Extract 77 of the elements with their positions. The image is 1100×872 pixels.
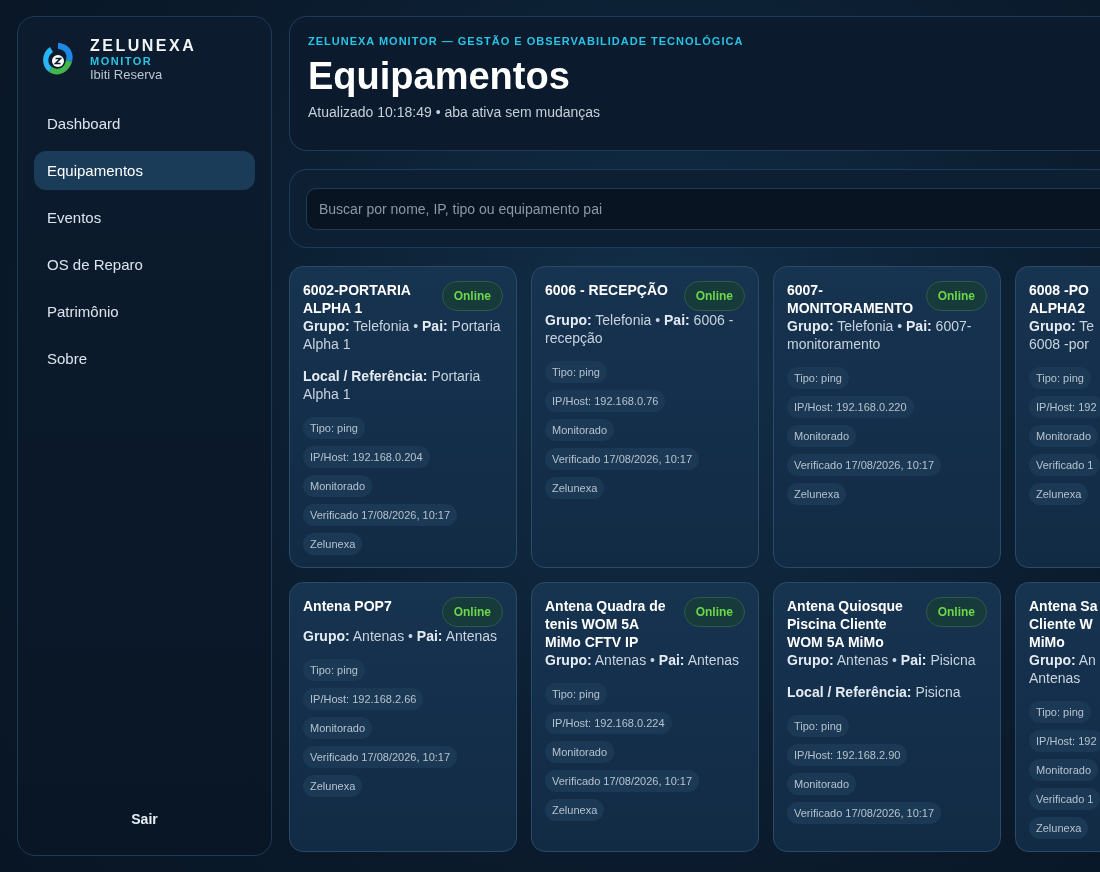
device-name: Antena Sa Cliente W MiMo (1029, 597, 1099, 651)
logout-button[interactable]: Sair (121, 807, 168, 831)
info-tag: Tipo: ping (545, 683, 607, 705)
device-name: Antena Quadra de tenis WOM 5A MiMo CFTV IP (545, 597, 667, 651)
info-tag: IP/Host: 192 (1029, 396, 1100, 418)
info-tag: Monitorado (545, 419, 615, 441)
info-tag: Tipo: ping (787, 367, 849, 389)
info-tag: IP/Host: 192.168.2.90 (787, 744, 908, 766)
status-badge: Online (441, 281, 503, 311)
status-badge: Online (683, 281, 745, 311)
info-tag: Zelunexa (303, 533, 363, 555)
info-tag: Tipo: ping (545, 361, 607, 383)
device-location: Local / Referência: Pisicna (787, 683, 962, 701)
info-tag: Verificado 17/08/2026, 10:17 (303, 504, 458, 526)
info-tag: Tipo: ping (787, 715, 849, 737)
device-name: Antena Quiosque Piscina Cliente WOM 5A MiMo (787, 597, 904, 651)
info-tag: Verificado 1 (1029, 454, 1100, 476)
device-name: 6006 - RECEPÇÃO (545, 281, 669, 299)
info-tag: Monitorado (1029, 425, 1099, 447)
info-tag: Monitorado (787, 425, 857, 447)
page-title: Equipamentos (308, 55, 571, 98)
info-tag: Monitorado (303, 717, 373, 739)
status-badge: Online (683, 597, 745, 627)
info-tag: Verificado 17/08/2026, 10:17 (545, 770, 700, 792)
info-tag: Monitorado (787, 773, 857, 795)
info-tag: Zelunexa (545, 477, 605, 499)
status-badge: Online (925, 597, 987, 627)
info-tag: IP/Host: 192.168.0.204 (303, 446, 430, 468)
nav-item[interactable]: Equipamentos (34, 151, 255, 190)
nav-item[interactable]: Sobre (34, 339, 255, 378)
info-tag: Tipo: ping (303, 659, 365, 681)
site-name: Ibiti Reserva (90, 67, 164, 82)
status-badge: Online (441, 597, 503, 627)
device-group-info: Grupo: Antenas • Pai: Antenas (545, 651, 740, 669)
info-tag: IP/Host: 192.168.0.220 (787, 396, 914, 418)
search-field[interactable]: Buscar por nome, IP, tipo ou equipamento pai (306, 188, 1100, 230)
nav-item[interactable]: Dashboard (34, 104, 255, 143)
status-badge: Online (925, 281, 987, 311)
info-tag: Verificado 17/08/2026, 10:17 (545, 448, 700, 470)
info-tag: Tipo: ping (1029, 701, 1091, 723)
device-name: 6008 -PO ALPHA2 (1029, 281, 1090, 317)
info-tag: Zelunexa (303, 775, 363, 797)
device-location: Local / Referência: Portaria Alpha 1 (303, 367, 482, 403)
info-tag: Monitorado (1029, 759, 1099, 781)
device-group-info: Grupo: Telefonia • Pai: Portaria Alpha 1 (303, 317, 502, 353)
info-tag: Tipo: ping (303, 417, 365, 439)
device-group-info: Grupo: An Antenas (1029, 651, 1097, 687)
info-tag: IP/Host: 192.168.2.66 (303, 688, 424, 710)
device-name: 6007-MONITORAMENTO (787, 281, 915, 317)
info-tag: IP/Host: 192 (1029, 730, 1100, 752)
app-tagline: ZELUNEXA MONITOR — GESTÃO E OBSERVABILIDADE TECNOLÓGICA (308, 35, 745, 47)
info-tag: Verificado 17/08/2026, 10:17 (787, 802, 942, 824)
product-name: MONITOR (90, 55, 154, 67)
info-tag: Zelunexa (1029, 817, 1089, 839)
device-group-info: Grupo: Te 6008 -por (1029, 317, 1096, 353)
info-tag: Tipo: ping (1029, 367, 1091, 389)
device-group-info: Grupo: Antenas • Pai: Antenas (303, 627, 498, 645)
device-name: 6002-PORTARIA ALPHA 1 (303, 281, 412, 317)
info-tag: Monitorado (303, 475, 373, 497)
info-tag: Zelunexa (1029, 483, 1089, 505)
info-tag: IP/Host: 192.168.0.76 (545, 390, 666, 412)
info-tag: IP/Host: 192.168.0.224 (545, 712, 672, 734)
device-name: Antena POP7 (303, 597, 393, 615)
info-tag: Verificado 17/08/2026, 10:17 (303, 746, 458, 768)
info-tag: Monitorado (545, 741, 615, 763)
update-status: Atualizado 10:18:49 • aba ativa sem mudanças (308, 104, 602, 120)
brand-name: ZELUNEXA (90, 37, 197, 55)
device-group-info: Grupo: Telefonia • Pai: 6007-monitoramento (787, 317, 973, 353)
info-tag: Zelunexa (787, 483, 847, 505)
device-group-info: Grupo: Telefonia • Pai: 6006 -recepção (545, 311, 735, 347)
nav-item[interactable]: Patrimônio (34, 292, 255, 331)
device-group-info: Grupo: Antenas • Pai: Pisicna (787, 651, 977, 669)
nav-item[interactable]: OS de Reparo (34, 245, 255, 284)
nav-item[interactable]: Eventos (34, 198, 255, 237)
info-tag: Verificado 17/08/2026, 10:17 (787, 454, 942, 476)
info-tag: Zelunexa (545, 799, 605, 821)
info-tag: Verificado 1 (1029, 788, 1100, 810)
